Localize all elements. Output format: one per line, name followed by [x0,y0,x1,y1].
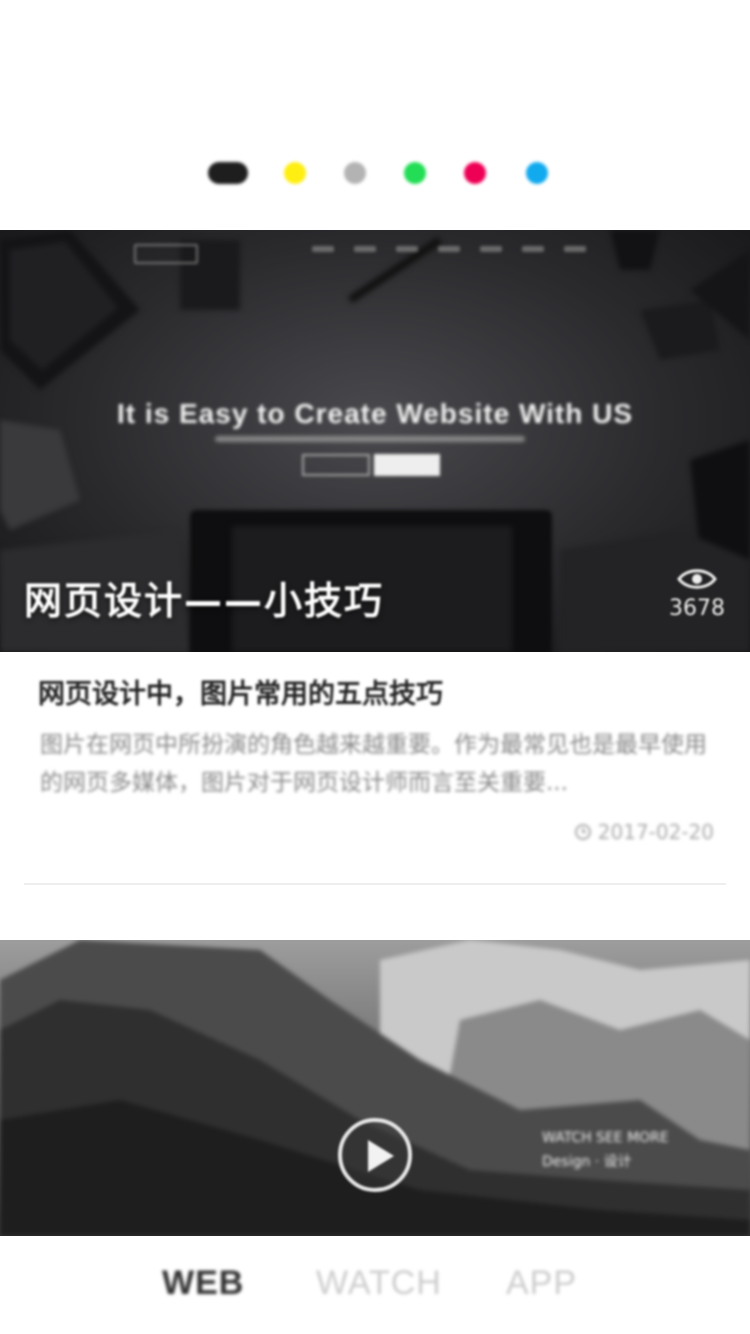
color-dot-yellow[interactable] [284,162,306,184]
hero-headline: It is Easy to Create Website With US [116,398,634,429]
article-date-text: 2017-02-20 [597,820,714,844]
article-hero-image[interactable]: It is Easy to Create Website With US 网页设… [0,230,750,652]
color-dot-blue[interactable] [526,162,548,184]
view-counter: 3678 [664,566,730,621]
article-date: 2017-02-20 [574,820,714,844]
color-dot-red[interactable] [464,162,486,184]
video-thumbnail[interactable]: WATCH SEE MORE Design · 设计 [0,940,750,1236]
view-count: 3678 [669,596,725,621]
color-dot-green[interactable] [404,162,426,184]
color-picker [0,158,750,186]
mock-site-logo [134,244,198,264]
tab-app[interactable]: APP [506,1264,577,1303]
color-dot-gray[interactable] [344,162,366,184]
hero-caption: 网页设计——小技巧 [24,579,385,623]
play-button[interactable] [338,1118,412,1192]
bottom-tab-bar: WEB WATCH APP [0,1240,750,1334]
card-divider [24,883,726,885]
mock-site-nav [312,246,586,252]
tab-watch[interactable]: WATCH [316,1264,442,1303]
clock-icon [574,824,591,840]
color-dot-black[interactable] [208,162,248,184]
video-overlay-line-2: Design · 设计 [542,1154,632,1170]
hero-mock-button-fill [374,454,440,476]
eye-icon [677,569,717,589]
video-overlay-text: WATCH SEE MORE Design · 设计 [542,1126,669,1174]
hero-mock-button-outline [302,454,370,476]
hero-subtitle-line [215,436,525,442]
article-title[interactable]: 网页设计中，图片常用的五点技巧 [38,672,718,711]
article-summary: 图片在网页中所扮演的角色越来越重要。作为最常见也是最早使用的网页多媒体，图片对于… [40,732,707,796]
tab-web[interactable]: WEB [162,1264,244,1303]
play-icon [368,1140,394,1172]
video-overlay-line-1: WATCH SEE MORE [542,1130,669,1146]
